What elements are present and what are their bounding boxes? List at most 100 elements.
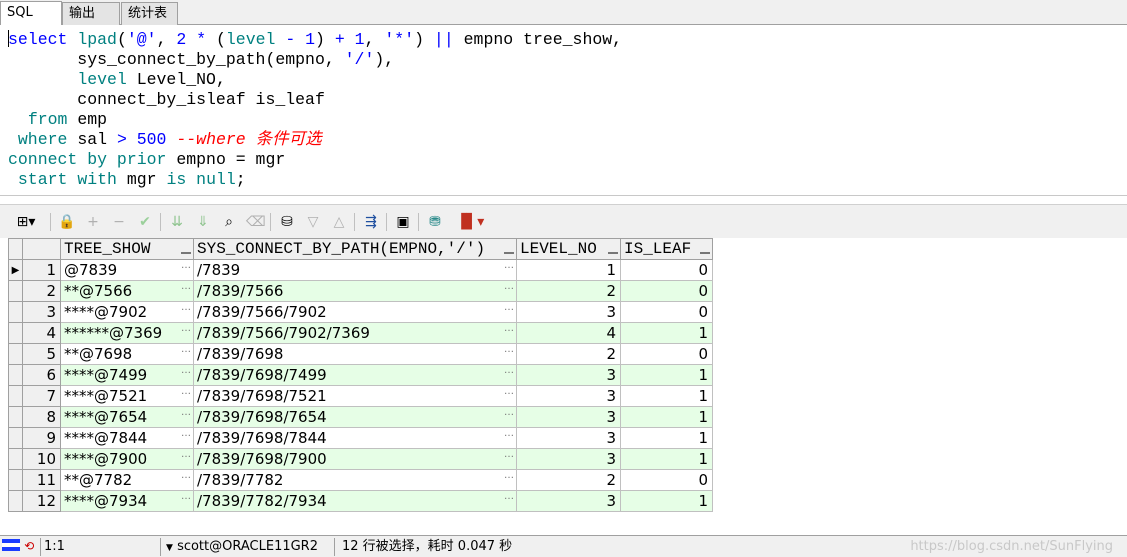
cell-is-leaf[interactable]: 1: [620, 490, 713, 512]
cell-tree-show[interactable]: ****@7521…: [60, 385, 194, 407]
cell-level-no[interactable]: 3: [516, 301, 621, 323]
row-number[interactable]: 4: [22, 322, 61, 344]
row-number[interactable]: 2: [22, 280, 61, 302]
sort-icon[interactable]: △: [330, 213, 348, 231]
cell-editor-ellipsis-icon[interactable]: …: [181, 261, 191, 271]
cell-level-no[interactable]: 1: [516, 259, 621, 281]
column-header-is-leaf[interactable]: IS_LEAF: [620, 238, 713, 260]
cell-level-no[interactable]: 3: [516, 364, 621, 386]
column-header-path[interactable]: SYS_CONNECT_BY_PATH(EMPNO,'/'): [193, 238, 517, 260]
cell-level-no[interactable]: 3: [516, 490, 621, 512]
cell-editor-ellipsis-icon[interactable]: …: [504, 492, 514, 502]
table-row[interactable]: 8 ****@7654 … /7839/7698/7654 … 3 1: [8, 406, 713, 428]
cell-editor-ellipsis-icon[interactable]: …: [504, 282, 514, 292]
table-row[interactable]: 2 **@7566 … /7839/7566 … 2 0: [8, 280, 713, 302]
connection-selector[interactable]: ▼ scott@ORACLE11GR2: [166, 539, 318, 556]
cell-path[interactable]: /7839…: [193, 259, 517, 281]
row-number[interactable]: 1: [22, 259, 61, 281]
cell-level-no[interactable]: 4: [516, 322, 621, 344]
cell-is-leaf[interactable]: 0: [620, 280, 713, 302]
cell-editor-ellipsis-icon[interactable]: …: [504, 324, 514, 334]
cell-is-leaf[interactable]: 1: [620, 427, 713, 449]
delete-row-icon[interactable]: −: [110, 213, 128, 231]
cell-editor-ellipsis-icon[interactable]: …: [504, 471, 514, 481]
tab-sql[interactable]: SQL: [0, 1, 62, 25]
table-row[interactable]: 6 ****@7499 … /7839/7698/7499 … 3 1: [8, 364, 713, 386]
add-row-icon[interactable]: +: [84, 213, 102, 231]
cell-path[interactable]: /7839/7566/7902/7369…: [193, 322, 517, 344]
cell-level-no[interactable]: 2: [516, 343, 621, 365]
export-icon[interactable]: ⇶: [362, 213, 380, 231]
table-row[interactable]: 11 **@7782 … /7839/7782 … 2 0: [8, 469, 713, 491]
cell-path[interactable]: /7839/7698/7654…: [193, 406, 517, 428]
table-row[interactable]: ▶ 1 @7839 … /7839 … 1 0: [8, 259, 713, 281]
row-number[interactable]: 8: [22, 406, 61, 428]
cell-level-no[interactable]: 3: [516, 427, 621, 449]
row-number[interactable]: 3: [22, 301, 61, 323]
cell-level-no[interactable]: 3: [516, 385, 621, 407]
cell-level-no[interactable]: 2: [516, 280, 621, 302]
cell-is-leaf[interactable]: 1: [620, 322, 713, 344]
sql-code[interactable]: select lpad('@', 2 * (level - 1) + 1, '*…: [8, 30, 622, 190]
cell-editor-ellipsis-icon[interactable]: …: [181, 492, 191, 502]
cell-tree-show[interactable]: ******@7369…: [60, 322, 194, 344]
cell-tree-show[interactable]: ****@7499…: [60, 364, 194, 386]
table-row[interactable]: 3 ****@7902 … /7839/7566/7902 … 3 0: [8, 301, 713, 323]
cell-tree-show[interactable]: ****@7902…: [60, 301, 194, 323]
database-icon[interactable]: ⛃: [426, 213, 444, 231]
cell-editor-ellipsis-icon[interactable]: …: [181, 408, 191, 418]
cell-editor-ellipsis-icon[interactable]: …: [504, 345, 514, 355]
cell-path[interactable]: /7839/7566…: [193, 280, 517, 302]
cell-editor-ellipsis-icon[interactable]: …: [504, 387, 514, 397]
grid-view-icon[interactable]: ⊞▾: [12, 213, 40, 231]
table-row[interactable]: 9 ****@7844 … /7839/7698/7844 … 3 1: [8, 427, 713, 449]
cell-is-leaf[interactable]: 0: [620, 259, 713, 281]
cell-tree-show[interactable]: ****@7900…: [60, 448, 194, 470]
row-number[interactable]: 6: [22, 364, 61, 386]
sql-editor[interactable]: select lpad('@', 2 * (level - 1) + 1, '*…: [0, 26, 1127, 196]
cell-tree-show[interactable]: **@7698…: [60, 343, 194, 365]
fetch-all-icon[interactable]: ⇓: [194, 213, 212, 231]
find-icon[interactable]: ⌕: [220, 213, 238, 231]
tab-statistics[interactable]: 统计表: [121, 2, 178, 25]
post-changes-icon[interactable]: ✔: [136, 213, 154, 231]
cell-is-leaf[interactable]: 1: [620, 385, 713, 407]
fetch-next-icon[interactable]: ⇊: [168, 213, 186, 231]
cell-editor-ellipsis-icon[interactable]: …: [181, 450, 191, 460]
clear-icon[interactable]: ⌫: [246, 213, 266, 231]
cell-path[interactable]: /7839/7698…: [193, 343, 517, 365]
cell-tree-show[interactable]: ****@7934…: [60, 490, 194, 512]
table-row[interactable]: 10 ****@7900 … /7839/7698/7900 … 3 1: [8, 448, 713, 470]
cell-tree-show[interactable]: **@7782…: [60, 469, 194, 491]
table-row[interactable]: 7 ****@7521 … /7839/7698/7521 … 3 1: [8, 385, 713, 407]
cell-is-leaf[interactable]: 1: [620, 406, 713, 428]
cell-editor-ellipsis-icon[interactable]: …: [181, 429, 191, 439]
filter-icon[interactable]: ▽: [304, 213, 322, 231]
cell-is-leaf[interactable]: 1: [620, 364, 713, 386]
cell-level-no[interactable]: 3: [516, 406, 621, 428]
result-grid[interactable]: TREE_SHOW SYS_CONNECT_BY_PATH(EMPNO,'/')…: [8, 238, 713, 512]
table-row[interactable]: 12 ****@7934 … /7839/7782/7934 … 3 1: [8, 490, 713, 512]
query-by-example-icon[interactable]: ⛁: [278, 213, 296, 231]
cell-editor-ellipsis-icon[interactable]: …: [504, 408, 514, 418]
cell-editor-ellipsis-icon[interactable]: …: [181, 471, 191, 481]
cell-editor-ellipsis-icon[interactable]: …: [181, 345, 191, 355]
column-header-level-no[interactable]: LEVEL_NO: [516, 238, 621, 260]
cell-level-no[interactable]: 3: [516, 448, 621, 470]
cell-path[interactable]: /7839/7782…: [193, 469, 517, 491]
cell-path[interactable]: /7839/7566/7902…: [193, 301, 517, 323]
cell-is-leaf[interactable]: 0: [620, 343, 713, 365]
cell-editor-ellipsis-icon[interactable]: …: [181, 282, 191, 292]
cell-path[interactable]: /7839/7698/7900…: [193, 448, 517, 470]
cell-tree-show[interactable]: ****@7654…: [60, 406, 194, 428]
cell-path[interactable]: /7839/7698/7521…: [193, 385, 517, 407]
cell-tree-show[interactable]: @7839…: [60, 259, 194, 281]
cell-editor-ellipsis-icon[interactable]: …: [181, 387, 191, 397]
cell-editor-ellipsis-icon[interactable]: …: [504, 261, 514, 271]
cell-editor-ellipsis-icon[interactable]: …: [504, 450, 514, 460]
table-row[interactable]: 5 **@7698 … /7839/7698 … 2 0: [8, 343, 713, 365]
save-icon[interactable]: ▣: [394, 213, 412, 231]
cell-path[interactable]: /7839/7698/7844…: [193, 427, 517, 449]
lock-icon[interactable]: 🔒: [58, 213, 76, 231]
cell-editor-ellipsis-icon[interactable]: …: [504, 429, 514, 439]
